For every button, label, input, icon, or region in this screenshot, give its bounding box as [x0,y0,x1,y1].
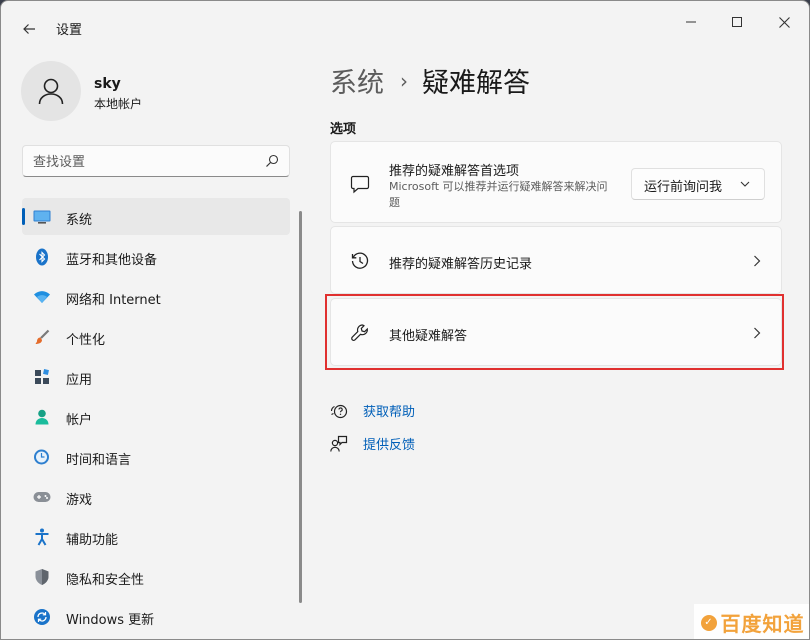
give-feedback-link[interactable]: 提供反馈 [330,434,415,453]
sidebar-item-label: 帐户 [66,413,93,428]
sidebar-nav: 系统 蓝牙和其他设备 网络和 Internet 个性化 应用 帐户 时间和语言 … [22,198,290,638]
sidebar-scrollbar[interactable] [299,211,302,603]
sidebar-item-privacy[interactable]: 隐私和安全性 [22,558,290,595]
close-icon [778,16,790,28]
personalization-brush-icon [33,328,51,346]
title-bar: 设置 [1,1,809,55]
breadcrumb-parent[interactable]: 系统 [330,61,384,100]
sidebar-item-accessibility[interactable]: 辅助功能 [22,518,290,555]
dropdown-selected-value: 运行前询问我 [644,180,723,195]
bluetooth-icon [33,248,51,266]
breadcrumb: 系统 › 疑难解答 [330,61,530,100]
selected-indicator [22,208,25,225]
back-arrow-icon [23,24,35,34]
sidebar-item-time-language[interactable]: 时间和语言 [22,438,290,475]
user-name: sky [94,76,121,92]
minimize-button[interactable] [668,7,714,37]
card-title: 推荐的疑难解答首选项 [389,164,520,179]
settings-window: 设置 sky 本地帐户 系统 [0,0,810,640]
sidebar-item-label: 系统 [66,213,93,228]
maximize-button[interactable] [714,7,760,37]
annotation-highlight-box [325,294,784,370]
get-help-link[interactable]: 获取帮助 [330,401,415,420]
search-box [22,145,290,177]
sidebar-item-windows-update[interactable]: Windows 更新 [22,598,290,635]
message-icon [349,173,371,195]
sidebar-item-gaming[interactable]: 游戏 [22,478,290,515]
avatar [21,61,81,121]
sidebar-item-label: 应用 [66,373,93,388]
watermark: ✓ 百度知道 [694,604,809,639]
sidebar-item-personalization[interactable]: 个性化 [22,318,290,355]
history-icon [349,250,371,272]
chevron-down-icon [740,181,750,187]
search-input[interactable] [33,152,253,172]
sidebar-item-bluetooth[interactable]: 蓝牙和其他设备 [22,238,290,275]
sidebar-item-label: 蓝牙和其他设备 [66,253,158,268]
apps-icon [33,368,51,386]
card-title: 推荐的疑难解答历史记录 [389,257,533,272]
sidebar-item-label: 时间和语言 [66,453,132,468]
troubleshooter-history-card[interactable]: 推荐的疑难解答历史记录 [330,226,782,294]
watermark-badge: ✓ [700,614,717,631]
privacy-shield-icon [33,568,51,586]
user-icon [38,78,64,105]
sidebar-item-label: 个性化 [66,333,106,348]
account-type: 本地帐户 [94,97,143,111]
card-description: Microsoft 可以推荐并运行疑难解答来解决问题 [389,180,608,209]
get-help-label: 获取帮助 [363,405,416,420]
sidebar-item-label: 隐私和安全性 [66,573,145,588]
windows-update-icon [33,608,51,626]
sidebar-item-accounts[interactable]: 帐户 [22,398,290,435]
sidebar-item-apps[interactable]: 应用 [22,358,290,395]
accounts-icon [33,408,51,426]
minimize-icon [686,21,696,23]
back-button[interactable] [15,15,43,43]
sidebar-item-network[interactable]: 网络和 Internet [22,278,290,315]
chevron-right-icon [751,254,763,268]
feedback-icon [330,435,348,453]
recommended-troubleshooter-preferences-card: 推荐的疑难解答首选项 Microsoft 可以推荐并运行疑难解答来解决问题 运行… [330,141,782,223]
sidebar-item-system[interactable]: 系统 [22,198,290,235]
section-title: 选项 [330,122,357,137]
watermark-text: 百度知道 [720,612,805,636]
troubleshooter-preference-dropdown[interactable]: 运行前询问我 [631,168,765,200]
page-title: 疑难解答 [422,68,530,99]
sidebar-item-label: 网络和 Internet [66,293,161,308]
time-language-icon [33,448,51,466]
close-button[interactable] [761,7,807,37]
maximize-icon [732,17,742,27]
network-icon [33,288,51,306]
sidebar-item-label: 游戏 [66,493,93,508]
help-icon [330,402,348,420]
search-icon[interactable] [265,154,279,168]
system-icon [33,208,51,226]
breadcrumb-separator: › [400,68,408,93]
accessibility-icon [33,528,51,546]
app-title: 设置 [56,23,83,38]
gaming-icon [33,488,51,506]
sidebar-item-label: 辅助功能 [66,533,119,548]
give-feedback-label: 提供反馈 [363,438,416,453]
sidebar-item-label: Windows 更新 [66,613,155,628]
